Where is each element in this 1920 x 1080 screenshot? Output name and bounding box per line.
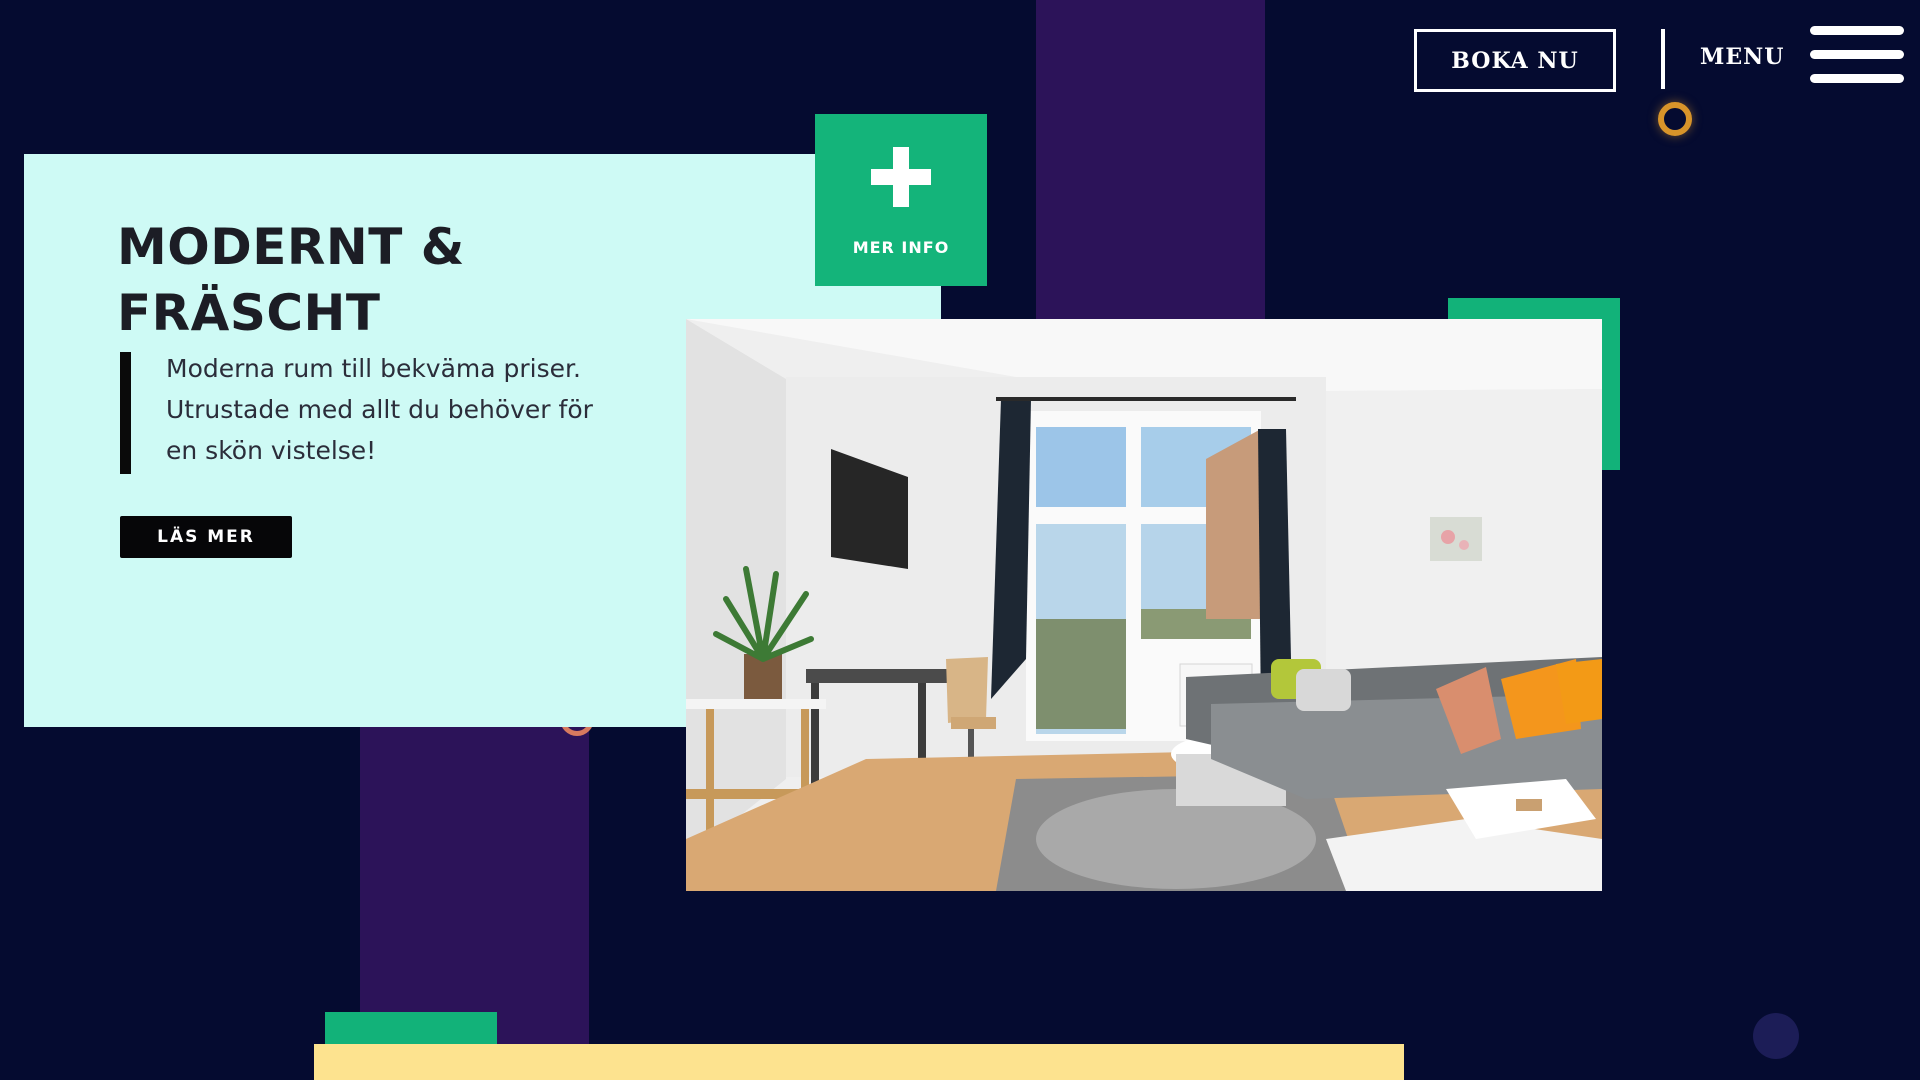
book-now-button[interactable]: BOKA NU	[1414, 29, 1616, 92]
room-photo-illustration	[686, 319, 1602, 891]
room-photo[interactable]	[686, 319, 1602, 891]
more-info-label: MER INFO	[852, 238, 950, 257]
decorative-navy-dot	[1753, 1013, 1799, 1059]
plus-icon	[871, 147, 931, 207]
background-stripe-top	[1036, 0, 1265, 320]
yellow-footer-band	[314, 1044, 1404, 1080]
quote-bar	[120, 352, 131, 474]
menu-label[interactable]: MENU	[1700, 44, 1784, 70]
hero-description: Moderna rum till bekväma priser. Utrusta…	[166, 354, 593, 465]
decorative-ring-icon	[1658, 102, 1692, 136]
read-more-button[interactable]: LÄS MER	[120, 516, 292, 558]
header-divider	[1661, 29, 1665, 89]
hero-title: MODERNT & FRÄSCHT	[117, 218, 465, 342]
hamburger-menu-icon[interactable]	[1810, 26, 1904, 84]
more-info-button[interactable]: MER INFO	[815, 114, 987, 286]
